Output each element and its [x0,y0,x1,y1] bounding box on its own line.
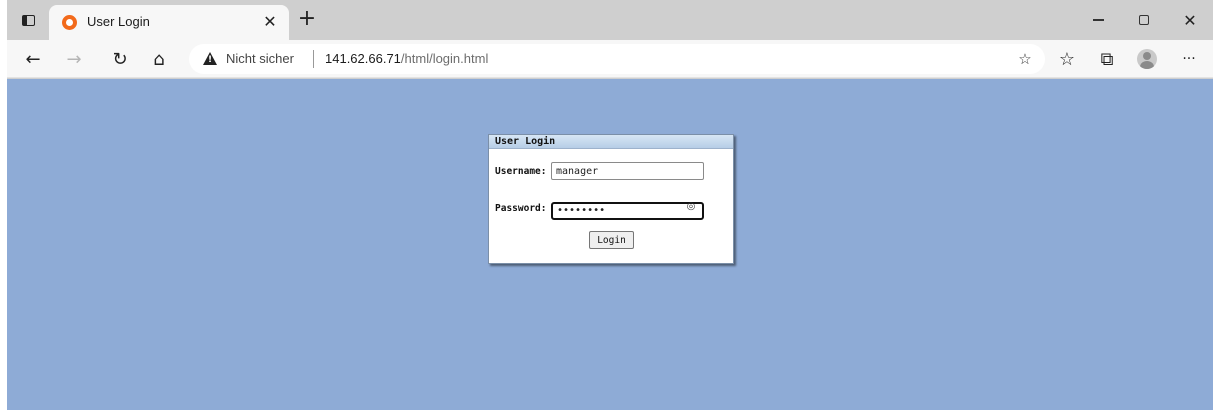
add-favorite-icon[interactable]: ☆ [1015,49,1035,69]
url-path: /html/login.html [400,51,489,66]
url-host: 141.62.66.71 [325,51,401,66]
password-input[interactable] [551,201,704,220]
login-button[interactable]: Login [589,231,634,249]
security-status[interactable]: Nicht sicher [226,51,294,66]
login-panel: User Login Username: Password: ◎ Login [488,134,734,264]
minimize-icon [1092,19,1104,21]
restore-button[interactable] [1121,0,1167,40]
profile-avatar[interactable] [1137,49,1157,69]
collections-icon[interactable]: ⧉ [1093,45,1121,73]
home-button[interactable]: ⌂ [145,45,173,73]
tab-actions-icon[interactable] [17,9,39,31]
url-text[interactable]: 141.62.66.71/html/login.html [325,51,488,66]
close-icon[interactable]: ✕ [259,11,281,33]
favorites-icon[interactable]: ☆ [1053,45,1081,73]
browser-toolbar: ← → ↻ ⌂ Nicht sicher 141.62.66.71/html/l… [7,40,1213,78]
new-tab-button[interactable]: + [295,8,319,32]
address-divider [313,50,314,68]
username-row: Username: [495,162,704,180]
password-label: Password: [495,203,547,215]
username-label: Username: [495,165,547,177]
more-menu-icon[interactable]: ··· [1175,45,1203,73]
address-bar[interactable]: Nicht sicher 141.62.66.71/html/login.htm… [189,44,1045,74]
tab-user-login[interactable]: User Login ✕ [49,5,289,40]
password-row: Password: ◎ [495,198,704,220]
login-panel-title: User Login [489,135,733,149]
page-viewport: User Login Username: Password: ◎ Login [7,79,1213,410]
reload-button[interactable]: ↻ [106,45,134,73]
forward-button[interactable]: → [60,45,88,73]
eye-icon[interactable]: ◎ [684,201,698,213]
tab-strip: User Login ✕ + ✕ [7,0,1213,40]
site-favicon-icon [62,15,77,30]
tab-title: User Login [87,14,150,29]
restore-icon [1139,15,1149,25]
password-wrapper: ◎ [551,198,704,220]
browser-window: User Login ✕ + ✕ ← → ↻ ⌂ Nicht sicher 14… [7,0,1213,410]
warning-icon[interactable] [203,52,217,65]
minimize-button[interactable] [1075,0,1121,40]
back-button[interactable]: ← [19,45,47,73]
username-input[interactable] [551,162,704,180]
window-close-button[interactable]: ✕ [1167,0,1213,40]
